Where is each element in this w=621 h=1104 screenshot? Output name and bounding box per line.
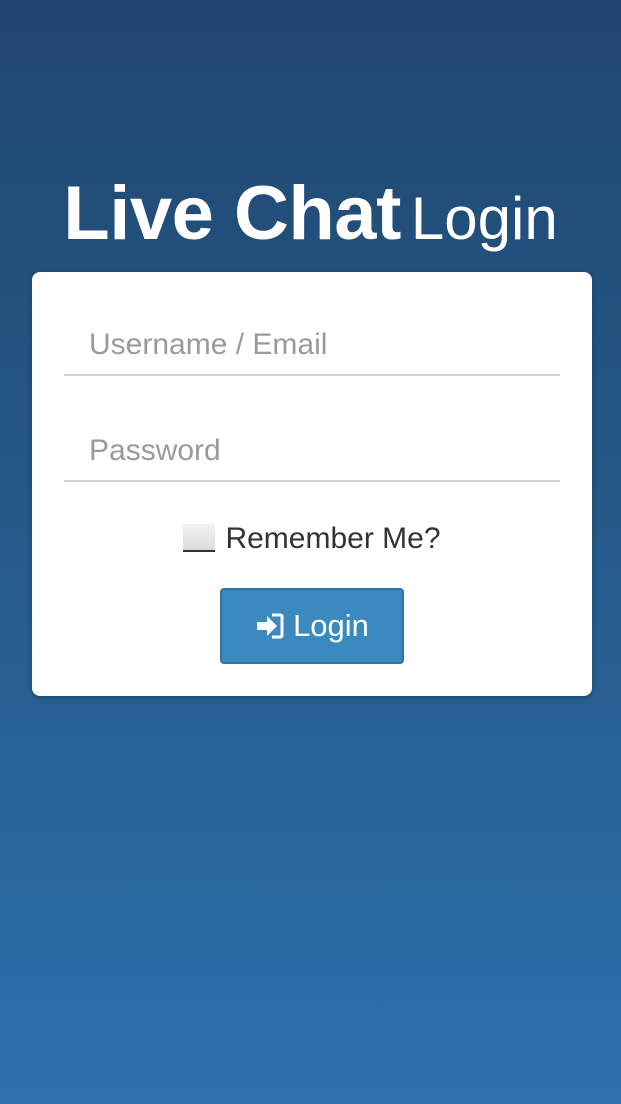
- login-button[interactable]: Login: [220, 588, 404, 664]
- remember-me-row: Remember Me?: [32, 522, 592, 556]
- page-title: Live Chat Login: [0, 170, 621, 257]
- login-button-label: Login: [293, 608, 369, 643]
- username-input[interactable]: [64, 316, 560, 376]
- login-card: Remember Me? Login: [32, 272, 592, 696]
- remember-me-checkbox[interactable]: [183, 524, 216, 552]
- title-sub: Login: [410, 185, 558, 252]
- remember-me-label[interactable]: Remember Me?: [225, 522, 440, 555]
- title-main: Live Chat: [63, 171, 401, 256]
- password-input[interactable]: [64, 422, 560, 482]
- sign-in-icon: [255, 611, 285, 641]
